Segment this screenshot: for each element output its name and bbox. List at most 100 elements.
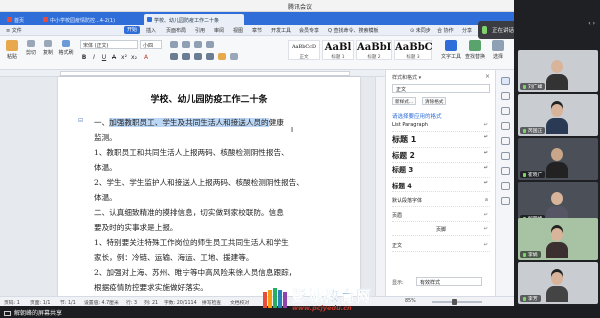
justify-icon[interactable]: [206, 53, 214, 60]
menu-collaborate[interactable]: 合 协作: [437, 27, 454, 34]
menu-developer[interactable]: 开发工具: [271, 27, 291, 34]
participant-name-text: 李芳: [528, 297, 538, 302]
participant-tile[interactable]: 刘广峰: [518, 50, 598, 92]
tab-home[interactable]: 首页: [4, 14, 36, 25]
style-item[interactable]: 标题 3 ↵: [392, 165, 490, 178]
meeting-title: 腾讯会议: [287, 4, 312, 11]
style-sample: AaBl: [324, 42, 352, 53]
screen-share-label[interactable]: 解朝峰的屏幕共享: [4, 308, 62, 317]
menu-insert[interactable]: 插入: [146, 27, 156, 34]
numbered-list-icon[interactable]: [182, 41, 190, 48]
italic-button[interactable]: I: [90, 54, 98, 61]
participant-tile[interactable]: 崔晓广: [518, 138, 598, 180]
select-label: 选择: [492, 54, 503, 60]
bold-button[interactable]: B: [80, 54, 88, 61]
strikethrough-button[interactable]: A: [110, 54, 118, 61]
current-style-select[interactable]: 正文: [392, 84, 490, 93]
font-size-select[interactable]: 小四: [140, 40, 162, 49]
style-item[interactable]: 页脚 ↵: [392, 226, 490, 236]
brush-icon: [62, 40, 70, 47]
paragraph-handle-icon[interactable]: ⊟: [78, 117, 83, 124]
participant-tile[interactable]: 芮国正: [518, 94, 598, 136]
proofread-button[interactable]: 文档校对: [230, 299, 249, 306]
side-toolbar: [495, 70, 514, 296]
bullet-list-icon[interactable]: [170, 41, 178, 48]
shape-tool-icon[interactable]: [500, 107, 510, 115]
copy-button[interactable]: 复制: [41, 40, 55, 56]
new-style-button[interactable]: 新样式...: [392, 97, 417, 105]
outdent-icon[interactable]: [206, 41, 214, 48]
menu-view[interactable]: 视图: [233, 27, 243, 34]
style-heading-3[interactable]: AaBbC 标题 3: [394, 40, 433, 60]
select-button[interactable]: 选择: [488, 40, 508, 60]
zoom-slider-knob[interactable]: [452, 299, 458, 305]
spell-check-toggle[interactable]: 拼写检查: [202, 299, 221, 306]
pdf-icon: [43, 17, 48, 22]
style-item[interactable]: 标题 2 ↵: [392, 150, 490, 163]
style-item[interactable]: 正文 ↵: [392, 242, 490, 252]
shading-icon[interactable]: [218, 53, 226, 60]
backup-icon[interactable]: [500, 137, 510, 145]
paste-button[interactable]: 粘贴: [4, 40, 20, 60]
border-icon[interactable]: [230, 53, 238, 60]
status-words[interactable]: 字数: 20/1114: [164, 299, 197, 306]
menu-review[interactable]: 审阅: [214, 27, 224, 34]
style-heading-2[interactable]: AaBbI 标题 2: [356, 40, 392, 60]
menu-home[interactable]: 开始: [124, 26, 141, 34]
style-item[interactable]: 默认段落字体 a: [392, 197, 490, 207]
search-commands[interactable]: Q 查找命令、搜索模板: [328, 27, 379, 34]
format-painter-button[interactable]: 格式刷: [58, 40, 74, 56]
property-icon[interactable]: [500, 152, 510, 160]
tab-document-1[interactable]: 中小学校园疫情防控...4-2(1): [40, 14, 140, 25]
align-right-icon[interactable]: [194, 53, 202, 60]
horizontal-ruler[interactable]: [0, 70, 385, 77]
font-color-button[interactable]: A: [142, 54, 150, 61]
subscript-button[interactable]: x₂: [130, 54, 138, 61]
underline-button[interactable]: U: [100, 54, 108, 61]
style-normal[interactable]: AaBbCcD 正文: [288, 40, 320, 60]
menu-member[interactable]: 会员专享: [299, 27, 319, 34]
help-icon[interactable]: [500, 197, 510, 205]
style-item[interactable]: 页眉 ↵: [392, 212, 490, 222]
menu-file[interactable]: ≡ 文件: [6, 27, 22, 34]
align-left-icon[interactable]: [170, 53, 178, 60]
link-icon[interactable]: [500, 122, 510, 130]
menu-share[interactable]: 分享: [462, 27, 472, 34]
comment-icon[interactable]: [500, 167, 510, 175]
share-icon[interactable]: [500, 182, 510, 190]
text-tools-button[interactable]: 文字工具: [440, 40, 462, 60]
clear-format-button[interactable]: 清除格式: [422, 97, 447, 105]
font-name-select[interactable]: 宋体 (正文): [80, 40, 138, 49]
document-page[interactable]: 学校、幼儿园防疫工作二十条 ⊟ I 一、加强教职员工、学生及共同生活人和接送人员…: [58, 77, 360, 296]
participant-tile[interactable]: 李娟: [518, 218, 598, 260]
close-icon[interactable]: ×: [485, 73, 490, 80]
cut-button[interactable]: 剪切: [24, 40, 38, 56]
show-filter-select[interactable]: 有效样式: [416, 277, 482, 286]
style-heading-1[interactable]: AaBl 标题 1: [322, 40, 354, 60]
style-panel-toggle-icon[interactable]: [500, 77, 510, 85]
find-replace-button[interactable]: 查找替换: [464, 40, 486, 60]
style-item[interactable]: 标题 4 ↵: [392, 180, 490, 192]
ribbon: 粘贴 剪切 复制 格式刷 宋体 (正文) 小四 B I U A x² x₂ A …: [0, 36, 514, 70]
style-item-label: 正文: [392, 243, 403, 249]
style-item[interactable]: 标题 1 ↵: [392, 134, 490, 148]
vertical-scrollbar[interactable]: [375, 77, 385, 296]
participant-name-text: 刘广峰: [528, 85, 543, 90]
superscript-button[interactable]: x²: [120, 54, 128, 61]
menu-page-layout[interactable]: 页面布局: [166, 27, 186, 34]
document-line: 监测。: [94, 133, 117, 142]
zoom-slider[interactable]: [432, 299, 482, 305]
copy-icon: [44, 40, 52, 47]
page-arrows-icon[interactable]: ‹ ›: [559, 20, 595, 27]
style-item[interactable]: List Paragraph ↵: [392, 122, 490, 132]
indent-icon[interactable]: [194, 41, 202, 48]
tab-document-active[interactable]: 学校、幼儿园防疫工作二十条: [144, 14, 244, 25]
select-tool-icon[interactable]: [500, 92, 510, 100]
menu-chapter[interactable]: 章节: [252, 27, 262, 34]
styles-panel-header[interactable]: 样式和格式 ▾: [392, 74, 421, 81]
menu-references[interactable]: 引用: [195, 27, 205, 34]
align-center-icon[interactable]: [182, 53, 190, 60]
style-sample: AaBbCcD: [291, 44, 317, 50]
sync-status[interactable]: ⊙ 未同步: [410, 27, 431, 34]
participant-tile[interactable]: 李芳: [518, 262, 598, 304]
